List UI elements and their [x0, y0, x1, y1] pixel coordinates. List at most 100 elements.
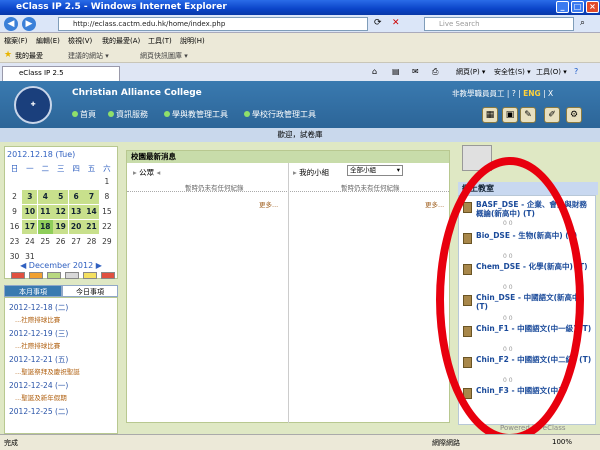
search-input[interactable]: Live Search [424, 17, 574, 31]
language-switch[interactable]: ENG [523, 89, 541, 98]
event-title[interactable]: ...社際排球比賽 [15, 340, 60, 350]
public-more-link[interactable]: 更多... [259, 199, 278, 209]
calendar-day[interactable]: 24 [22, 235, 37, 249]
next-month-icon[interactable]: ▶ [93, 261, 102, 270]
help-link[interactable]: ? [512, 89, 516, 98]
message-icon[interactable]: ✎ [520, 107, 536, 123]
tab-today-events[interactable]: 今日事項 [62, 285, 118, 297]
menu-help[interactable]: 說明(H) [180, 36, 205, 46]
safety-menu[interactable]: 安全性(S) ▾ [494, 67, 531, 77]
calendar-day[interactable]: 27 [69, 235, 84, 249]
legend-personal[interactable] [83, 272, 97, 279]
calendar-day[interactable]: 22 [99, 220, 114, 234]
calendar-day[interactable]: 28 [84, 235, 99, 249]
calendar-day[interactable]: 7 [84, 190, 99, 204]
calendar-day[interactable]: 8 [99, 190, 114, 204]
nav-info-services[interactable]: 資訊服務 [108, 109, 148, 120]
event-date[interactable]: 2012-12-24 (一) [9, 380, 68, 391]
legend-holiday[interactable] [29, 272, 43, 279]
events-tabs: 本月事項 今日事項 [4, 285, 118, 297]
calendar-day[interactable]: 3 [22, 190, 38, 204]
feeds-icon[interactable]: ▤ [392, 67, 400, 76]
prev-month-icon[interactable]: ◀ [20, 261, 29, 270]
refresh-icon[interactable]: ⟳ [374, 18, 382, 28]
menu-favorites[interactable]: 我的最愛(A) [102, 36, 140, 46]
search-icon[interactable]: ⌕ [580, 18, 585, 28]
event-title[interactable]: ...聖誕祭拜及慶祝聖誕 [15, 366, 80, 376]
tab-eclass[interactable]: eClass IP 2.5 [2, 66, 120, 81]
calendar-day[interactable]: 26 [53, 235, 68, 249]
calendar-day[interactable]: 18 [37, 220, 53, 234]
site-header: ✚ Christian Alliance College 首頁 資訊服務 學與教… [0, 81, 600, 128]
event-title[interactable]: ...聖誕及新年假期 [15, 392, 67, 402]
page-menu[interactable]: 網頁(P) ▾ [456, 67, 485, 77]
menu-view[interactable]: 檢視(V) [68, 36, 92, 46]
ipad-icon[interactable]: ▣ [502, 107, 518, 123]
school-crest-icon: ✚ [14, 86, 52, 124]
group-more-link[interactable]: 更多... [425, 199, 444, 209]
calendar-day[interactable]: 1 [99, 175, 114, 189]
maximize-button[interactable]: □ [571, 1, 584, 13]
group-select[interactable]: 全部小組 ▾ [347, 165, 403, 176]
logout-link[interactable]: X [548, 89, 553, 98]
legend-other[interactable] [101, 272, 115, 279]
event-date[interactable]: 2012-12-21 (五) [9, 354, 68, 365]
forward-icon[interactable]: ▶ [22, 17, 36, 31]
event-date[interactable]: 2012-12-25 (二) [9, 406, 68, 417]
mail-icon[interactable]: ✉ [412, 67, 419, 76]
calendar-day[interactable]: 2 [7, 190, 22, 204]
menu-edit[interactable]: 編輯(E) [36, 36, 60, 46]
event-date[interactable]: 2012-12-18 (二) [9, 302, 68, 313]
legend-school-event[interactable] [11, 272, 25, 279]
tools-menu[interactable]: 工具(O) ▾ [536, 67, 567, 77]
nav-admin-tools[interactable]: 學校行政管理工具 [244, 109, 316, 120]
print-icon[interactable]: ⎙ [432, 67, 438, 77]
legend-academic[interactable] [47, 272, 61, 279]
calendar-day[interactable]: 25 [38, 235, 53, 249]
calendar-day[interactable]: 14 [84, 205, 99, 219]
back-icon[interactable]: ◀ [4, 17, 18, 31]
calendar-day[interactable]: 12 [53, 205, 69, 219]
suggested-sites-link[interactable]: 建議的網站 ▾ [68, 51, 109, 61]
home-icon[interactable]: ⌂ [372, 67, 377, 76]
event-title[interactable]: ...社際排球比賽 [15, 314, 60, 324]
calendar-day[interactable]: 9 [7, 205, 22, 219]
edit-icon[interactable]: ✐ [544, 107, 560, 123]
calendar-day[interactable]: 4 [37, 190, 53, 204]
weekday-header: 一 [26, 164, 34, 173]
calendar-day[interactable]: 16 [7, 220, 22, 234]
calendar-day[interactable]: 17 [22, 220, 38, 234]
bullet-icon [244, 111, 250, 117]
campus-tv-icon[interactable]: ▦ [482, 107, 498, 123]
calendar-day[interactable]: 15 [99, 205, 114, 219]
chevron-down-icon: ▾ [396, 166, 400, 174]
tab-month-events[interactable]: 本月事項 [4, 285, 62, 297]
calendar-day[interactable]: 29 [99, 235, 114, 249]
stop-icon[interactable]: ✕ [392, 18, 400, 28]
event-date[interactable]: 2012-12-19 (三) [9, 328, 68, 339]
zoom-level[interactable]: 100% [552, 438, 572, 446]
address-input[interactable]: http://eclass.cactm.edu.hk/home/index.ph… [58, 17, 368, 31]
settings-icon[interactable]: ⚙ [566, 107, 582, 123]
calendar-day[interactable]: 6 [68, 190, 84, 204]
legend-group[interactable] [65, 272, 79, 279]
web-slice-gallery-link[interactable]: 網頁快訊圖庫 ▾ [140, 51, 188, 61]
help-icon[interactable]: ? [574, 67, 578, 76]
calendar-day[interactable]: 13 [68, 205, 84, 219]
menu-bar: 檔案(F) 編輯(E) 檢視(V) 我的最愛(A) 工具(T) 說明(H) [0, 34, 600, 47]
minimize-button[interactable]: _ [556, 1, 569, 13]
calendar-day[interactable]: 10 [22, 205, 38, 219]
calendar-day[interactable]: 23 [7, 235, 22, 249]
calendar-day[interactable]: 5 [53, 190, 69, 204]
divider [288, 163, 289, 423]
nav-home[interactable]: 首頁 [72, 109, 96, 120]
calendar-day[interactable]: 21 [84, 220, 99, 234]
close-window-button[interactable]: × [586, 1, 599, 13]
calendar-day[interactable]: 20 [68, 220, 84, 234]
calendar-day[interactable]: 11 [37, 205, 53, 219]
menu-file[interactable]: 檔案(F) [4, 36, 28, 46]
nav-teaching-tools[interactable]: 學與教管理工具 [164, 109, 228, 120]
calendar-day[interactable]: 19 [53, 220, 69, 234]
menu-tools[interactable]: 工具(T) [148, 36, 172, 46]
favorites-button[interactable]: 我的最愛 [15, 51, 43, 61]
